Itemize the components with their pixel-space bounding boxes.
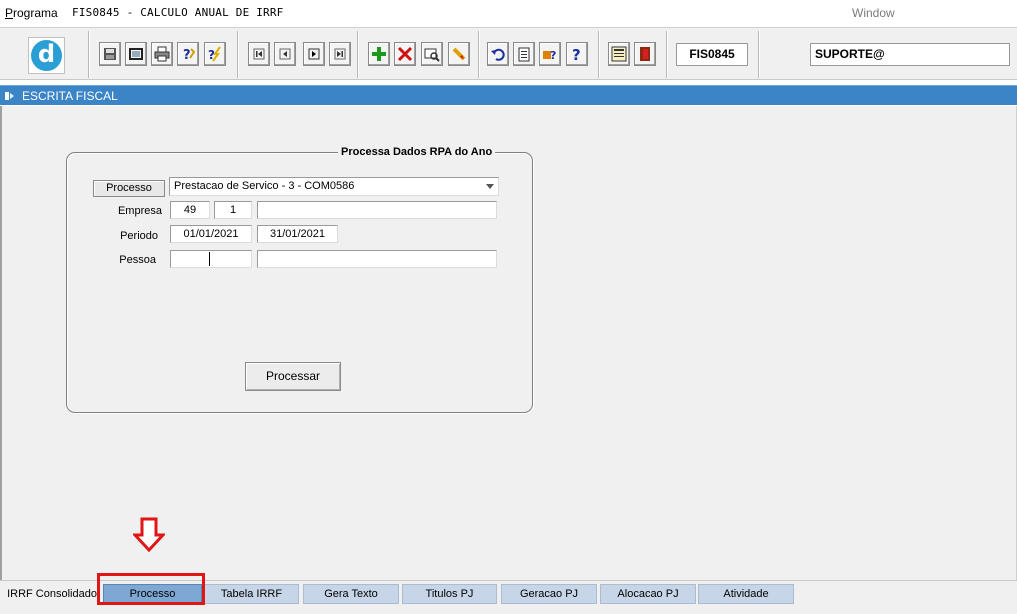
previous-record-button[interactable]: [274, 42, 296, 66]
menu-programa[interactable]: Programa: [5, 6, 58, 20]
next-record-icon: [308, 48, 320, 60]
empresa-label: Empresa: [117, 205, 162, 217]
save-icon: [104, 48, 116, 60]
tools-icon: ?: [543, 49, 556, 62]
logo-letter: d: [31, 40, 62, 71]
undo-button[interactable]: [487, 42, 509, 66]
tab-alocacao-pj[interactable]: Alocacao PJ: [600, 584, 696, 604]
undo-icon: [491, 48, 505, 61]
help-query-icon: ?: [183, 48, 196, 62]
chevron-down-icon[interactable]: [486, 184, 494, 189]
delete-record-icon: [397, 46, 413, 62]
exit-icon: [640, 47, 650, 61]
periodo-label: Periodo: [120, 230, 158, 242]
execute-button[interactable]: ?: [204, 42, 226, 66]
search-record-icon: [424, 48, 440, 62]
module-icon: [5, 92, 14, 100]
help-button[interactable]: ?: [566, 42, 588, 66]
svg-text:?: ?: [183, 48, 191, 62]
clear-button[interactable]: [448, 42, 470, 66]
clipboard-icon: [518, 47, 530, 62]
annotation-arrow-icon: [133, 517, 165, 553]
tab-titulos-pj[interactable]: Titulos PJ: [402, 584, 497, 604]
user-field: SUPORTE@: [810, 43, 1010, 66]
window-icon: [129, 48, 143, 60]
clear-icon: [452, 47, 466, 61]
text-cursor: [209, 252, 210, 266]
execute-icon: ?: [208, 46, 221, 62]
empresa-name-input[interactable]: [257, 201, 497, 219]
tools-button[interactable]: ?: [539, 42, 561, 66]
module-header: ESCRITA FISCAL: [0, 85, 1017, 105]
processo-selected-value: Prestacao de Servico - 3 - COM0586: [174, 180, 355, 192]
first-record-icon: [253, 48, 265, 60]
first-record-button[interactable]: [248, 42, 270, 66]
menu-window[interactable]: Window: [852, 6, 895, 20]
window-button[interactable]: [125, 42, 147, 66]
module-title: ESCRITA FISCAL: [22, 89, 118, 103]
menu-icon: [611, 46, 627, 62]
exit-button[interactable]: [634, 42, 656, 66]
periodo-start-input[interactable]: 01/01/2021: [170, 225, 252, 243]
insert-record-button[interactable]: [368, 42, 390, 66]
pessoa-name-input[interactable]: [257, 250, 497, 268]
app-logo: d: [28, 37, 65, 74]
save-button[interactable]: [99, 42, 121, 66]
help-icon: ?: [572, 46, 581, 62]
window-title: FIS0845 - CALCULO ANUAL DE IRRF: [72, 6, 284, 19]
tab-irrf-consolidado[interactable]: IRRF Consolidado: [4, 584, 100, 604]
clipboard-button[interactable]: [513, 42, 535, 66]
empresa-branch-input[interactable]: 1: [214, 201, 252, 219]
empresa-code-input[interactable]: 49: [170, 201, 210, 219]
annotation-highlight-box: [97, 573, 205, 605]
tab-atividade[interactable]: Atividade: [698, 584, 794, 604]
next-record-button[interactable]: [303, 42, 325, 66]
processo-label-button[interactable]: Processo: [93, 180, 165, 197]
tab-tabela-irrf[interactable]: Tabela IRRF: [204, 584, 299, 604]
periodo-end-input[interactable]: 31/01/2021: [257, 225, 338, 243]
search-record-button[interactable]: [421, 42, 443, 66]
frame-title: Processa Dados RPA do Ano: [338, 146, 496, 158]
tab-gera-texto[interactable]: Gera Texto: [303, 584, 399, 604]
svg-text:?: ?: [550, 49, 556, 62]
previous-record-icon: [279, 48, 291, 60]
help-query-button[interactable]: ?: [177, 42, 199, 66]
processar-button[interactable]: Processar: [245, 362, 341, 391]
print-icon: [154, 46, 170, 62]
svg-text:?: ?: [572, 46, 581, 62]
last-record-button[interactable]: [329, 42, 351, 66]
print-button[interactable]: [151, 42, 173, 66]
pessoa-code-input[interactable]: [170, 250, 252, 268]
processo-select[interactable]: Prestacao de Servico - 3 - COM0586: [169, 177, 499, 196]
delete-record-button[interactable]: [394, 42, 416, 66]
insert-record-icon: [372, 47, 386, 61]
pessoa-label: Pessoa: [119, 254, 156, 266]
program-code-field: FIS0845: [676, 43, 748, 66]
tab-geracao-pj[interactable]: Geracao PJ: [501, 584, 597, 604]
menu-button[interactable]: [608, 42, 630, 66]
last-record-icon: [334, 48, 346, 60]
